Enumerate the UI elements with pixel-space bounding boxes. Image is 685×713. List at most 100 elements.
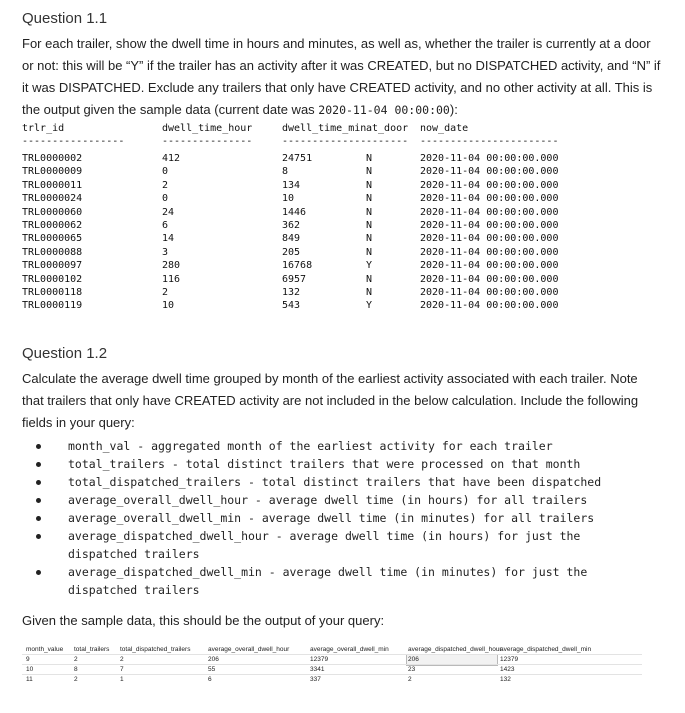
grid-cell-average-overall-dwell-min[interactable]: 3341 xyxy=(310,666,324,673)
bullet-icon xyxy=(36,534,41,539)
cell-now-date: now_date xyxy=(420,123,469,134)
cell-at-door: N xyxy=(366,179,373,191)
question-1-1-title: Question 1.1 xyxy=(22,10,108,27)
cell-dwell-time-min: -------------- xyxy=(282,136,367,147)
cell-trlr-id: ----------------- xyxy=(22,136,125,147)
grid-cell-average-overall-dwell-hour: average_overall_dwell_hour xyxy=(208,646,290,653)
field-list-item: average_dispatched_dwell_min - average d… xyxy=(22,563,642,599)
cell-now-date: 2020-11-04 00:00:00.000 xyxy=(420,193,559,205)
cell-at-door: N xyxy=(366,273,373,285)
grid-cell-total-dispatched-trailers: total_dispatched_trailers xyxy=(120,646,191,653)
cell-at-door: N xyxy=(366,166,373,178)
grid-cell-average-dispatched-dwell-min[interactable]: 12379 xyxy=(500,656,518,663)
cell-dwell-time-min: 6957 xyxy=(282,273,307,285)
grid-cell-average-dispatched-dwell-hour: average_dispatched_dwell_hour xyxy=(408,646,502,653)
grid-cell-total-dispatched-trailers[interactable]: 1 xyxy=(120,676,124,683)
cell-dwell-time-min: 8 xyxy=(282,166,289,178)
field-list-item: average_overall_dwell_hour - average dwe… xyxy=(22,491,642,509)
cell-now-date: 2020-11-04 00:00:00.000 xyxy=(420,273,559,285)
grid-cell-average-dispatched-dwell-hour[interactable]: 2 xyxy=(408,676,412,683)
cell-at-door: N xyxy=(366,153,373,164)
cell-now-date: 2020-11-04 00:00:00.000 xyxy=(420,260,559,272)
grid-cell-average-dispatched-dwell-min[interactable]: 1423 xyxy=(500,666,514,673)
cell-at-door: Y xyxy=(366,300,373,312)
cell-dwell-time-min: 16768 xyxy=(282,260,313,272)
field-list: month_val - aggregated month of the earl… xyxy=(22,437,642,599)
cell-at-door: at_door xyxy=(366,123,409,134)
grid-cell-average-dispatched-dwell-min: average_dispatched_dwell_min xyxy=(500,646,592,653)
cell-trlr-id: TRL0000011 xyxy=(22,179,83,191)
field-list-item: average_overall_dwell_min - average dwel… xyxy=(22,509,642,527)
current-date-code: 2020-11-04 00:00:00 xyxy=(318,103,450,117)
cell-dwell-time-hour: 2 xyxy=(162,287,169,298)
cell-at-door: N xyxy=(366,206,373,218)
bullet-icon xyxy=(36,498,41,503)
grid-cell-total-trailers[interactable]: 8 xyxy=(74,666,78,673)
grid-cell-average-overall-dwell-min[interactable]: 12379 xyxy=(310,656,328,663)
cell-trlr-id: TRL0000065 xyxy=(22,233,83,245)
cell-now-date: ----------------------- xyxy=(420,136,559,147)
grid-cell-average-dispatched-dwell-hour[interactable]: 23 xyxy=(408,666,415,673)
grid-cell-average-overall-dwell-min[interactable]: 337 xyxy=(310,676,321,683)
cell-now-date: 2020-11-04 00:00:00.000 xyxy=(420,220,559,231)
cell-at-door: ------- xyxy=(366,136,409,147)
cell-trlr-id: TRL0000119 xyxy=(22,300,83,312)
field-list-item: average_dispatched_dwell_hour - average … xyxy=(22,527,642,563)
cell-now-date: 2020-11-04 00:00:00.000 xyxy=(420,153,559,164)
bullet-icon xyxy=(36,570,41,575)
grid-cell-average-overall-dwell-hour[interactable]: 6 xyxy=(208,676,212,683)
grid-cell-average-overall-dwell-hour[interactable]: 206 xyxy=(208,656,219,663)
grid-cell-month-value[interactable]: 11 xyxy=(26,676,33,683)
cell-trlr-id: TRL0000024 xyxy=(22,193,83,205)
cell-dwell-time-hour: 6 xyxy=(162,220,169,231)
cell-dwell-time-min: 1446 xyxy=(282,206,307,218)
grid-cell-average-dispatched-dwell-hour[interactable]: 206 xyxy=(408,656,419,663)
cell-dwell-time-min: 134 xyxy=(282,179,301,191)
grid-cell-total-dispatched-trailers[interactable]: 7 xyxy=(120,666,124,673)
bullet-icon xyxy=(36,516,41,521)
grid-cell-month-value[interactable]: 9 xyxy=(26,656,30,663)
grid-cell-month-value[interactable]: 10 xyxy=(26,666,33,673)
cell-dwell-time-hour: 280 xyxy=(162,260,181,272)
cell-dwell-time-min: 10 xyxy=(282,193,295,205)
cell-now-date: 2020-11-04 00:00:00.000 xyxy=(420,300,559,312)
field-description: month_val - aggregated month of the earl… xyxy=(68,439,553,453)
cell-trlr-id: TRL0000009 xyxy=(22,166,83,178)
grid-row[interactable]: 11 2 1 6 337 2 132 xyxy=(22,674,642,686)
cell-at-door: N xyxy=(366,246,373,258)
cell-dwell-time-hour: 412 xyxy=(162,153,181,164)
field-description: total_dispatched_trailers - total distin… xyxy=(68,475,602,489)
cell-dwell-time-hour: 24 xyxy=(162,206,175,218)
grid-cell-total-dispatched-trailers[interactable]: 2 xyxy=(120,656,124,663)
cell-trlr-id: TRL0000088 xyxy=(22,246,83,258)
grid-cell-average-dispatched-dwell-min[interactable]: 132 xyxy=(500,676,511,683)
cell-at-door: N xyxy=(366,287,373,298)
cell-dwell-time-min: 362 xyxy=(282,220,301,231)
cell-now-date: 2020-11-04 00:00:00.000 xyxy=(420,206,559,218)
question-1-2-title: Question 1.2 xyxy=(22,345,108,362)
cell-dwell-time-min: 205 xyxy=(282,246,301,258)
cell-dwell-time-min: 132 xyxy=(282,287,301,298)
cell-dwell-time-hour: 116 xyxy=(162,273,181,285)
grid-cell-total-trailers[interactable]: 2 xyxy=(74,676,78,683)
cell-at-door: N xyxy=(366,220,373,231)
grid-cell-total-trailers[interactable]: 2 xyxy=(74,656,78,663)
cell-dwell-time-hour: 14 xyxy=(162,233,175,245)
cell-trlr-id: TRL0000102 xyxy=(22,273,83,285)
cell-trlr-id: TRL0000002 xyxy=(22,153,83,164)
cell-dwell-time-min: 849 xyxy=(282,233,301,245)
field-description: average_overall_dwell_min - average dwel… xyxy=(68,511,595,525)
grid-cell-total-trailers: total_trailers xyxy=(74,646,110,653)
cell-dwell-time-min: dwell_time_min xyxy=(282,123,367,134)
grid-cell-average-overall-dwell-min: average_overall_dwell_min xyxy=(310,646,389,653)
field-description: total_trailers - total distinct trailers… xyxy=(68,457,581,471)
cell-now-date: 2020-11-04 00:00:00.000 xyxy=(420,233,559,245)
grid-cell-average-overall-dwell-hour[interactable]: 55 xyxy=(208,666,215,673)
cell-at-door: Y xyxy=(366,260,373,272)
cell-dwell-time-hour: 3 xyxy=(162,246,169,258)
cell-dwell-time-hour: 0 xyxy=(162,166,169,178)
cell-now-date: 2020-11-04 00:00:00.000 xyxy=(420,166,559,178)
cell-at-door: N xyxy=(366,233,373,245)
bullet-icon xyxy=(36,480,41,485)
cell-now-date: 2020-11-04 00:00:00.000 xyxy=(420,287,559,298)
